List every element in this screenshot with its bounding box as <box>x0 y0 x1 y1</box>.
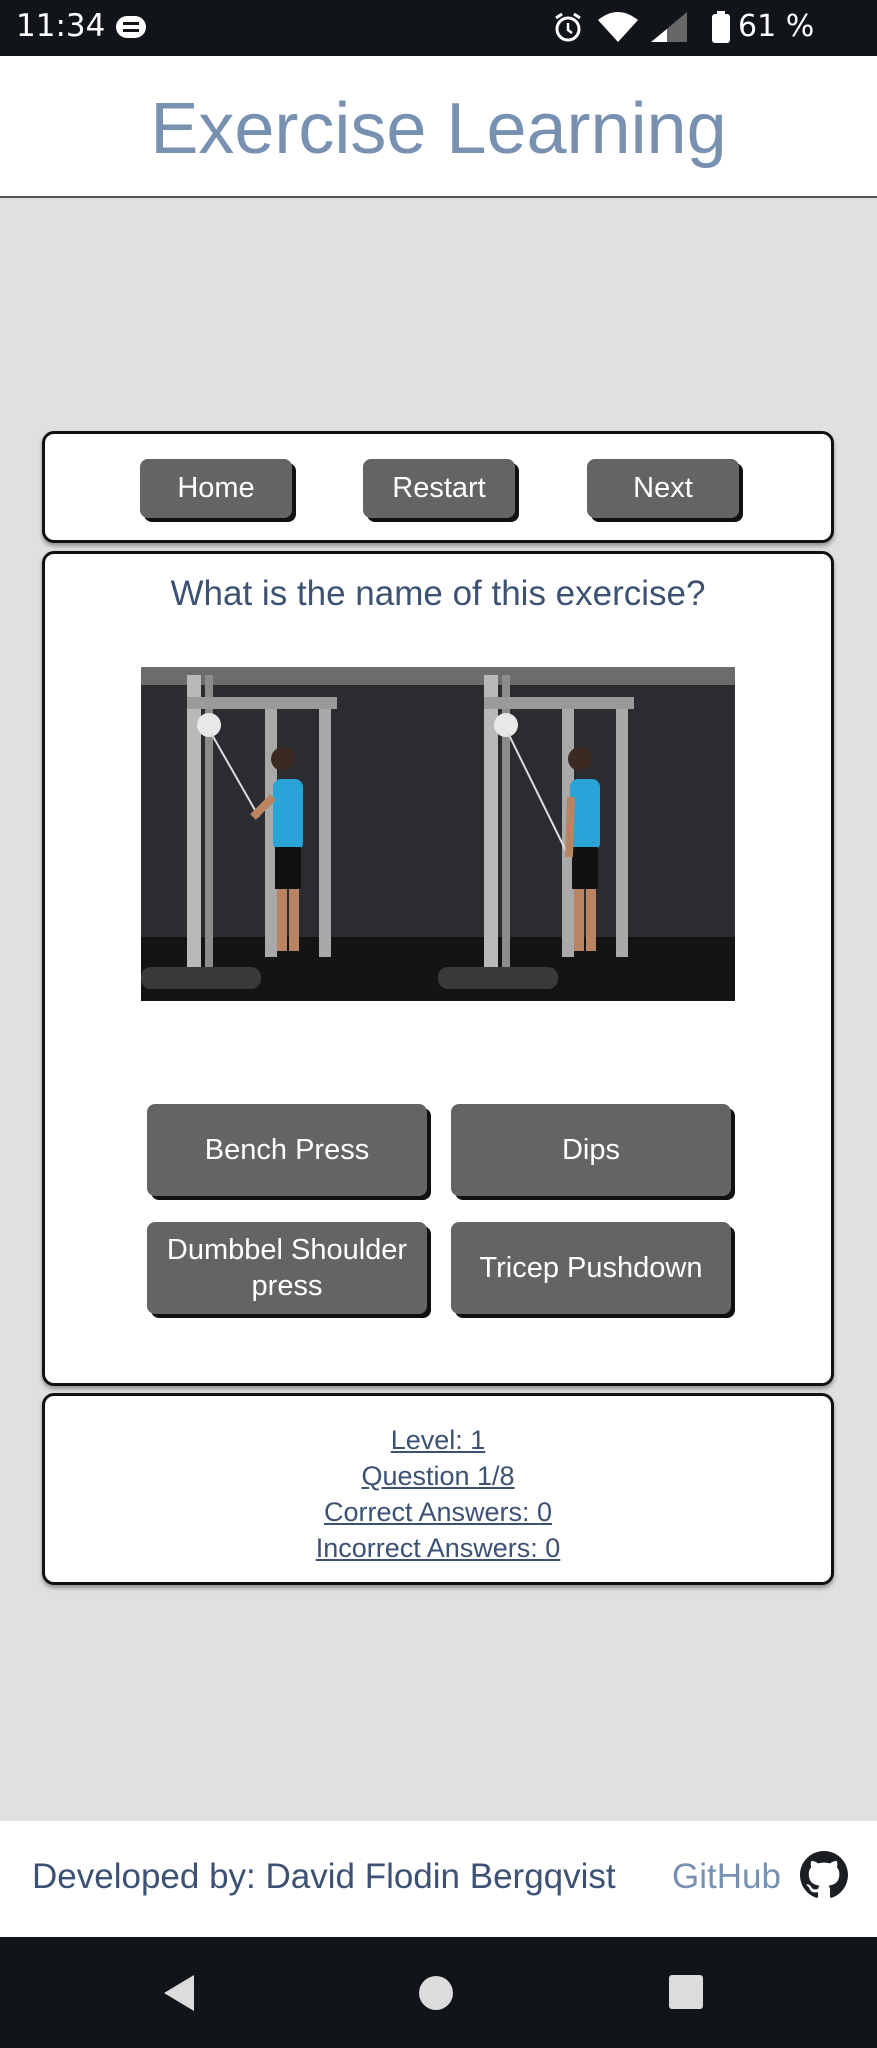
github-link[interactable]: GitHub <box>672 1857 781 1897</box>
exercise-image <box>141 667 735 1001</box>
answer-tricep-pushdown-button[interactable]: Tricep Pushdown <box>451 1222 731 1314</box>
correct-answers-stat: Correct Answers: 0 <box>323 1497 553 1527</box>
quiz-card: What is the name of this exercise? Bench… <box>42 551 834 1386</box>
home-button[interactable]: Home <box>140 459 292 518</box>
incorrect-answers-stat: Incorrect Answers: 0 <box>315 1533 561 1563</box>
app-title: Exercise Learning <box>150 89 727 169</box>
battery-percent: 61 % <box>738 9 815 44</box>
question-text: What is the name of this exercise? <box>170 574 706 613</box>
next-button[interactable]: Next <box>587 459 739 518</box>
wifi-icon <box>596 10 640 48</box>
developer-credit: Developed by: David Flodin Bergqvist <box>32 1857 616 1896</box>
restart-button[interactable]: Restart <box>363 459 515 518</box>
level-stat: Level: 1 <box>390 1425 486 1455</box>
footer: Developed by: David Flodin Bergqvist Git… <box>0 1821 877 1937</box>
status-time: 11:34 <box>16 8 106 44</box>
nav-card: Home Restart Next <box>42 431 834 543</box>
question-progress-stat: Question 1/8 <box>361 1461 515 1491</box>
signal-icon <box>647 10 691 48</box>
app-notification-icon <box>114 12 148 46</box>
recent-apps-icon[interactable] <box>667 1973 705 2016</box>
stats-list: Level: 1 Question 1/8 Correct Answers: 0… <box>45 1422 831 1566</box>
answer-dips-button[interactable]: Dips <box>451 1104 731 1196</box>
app-header: Exercise Learning <box>0 56 877 198</box>
stats-card: Level: 1 Question 1/8 Correct Answers: 0… <box>42 1393 834 1585</box>
battery-icon <box>710 11 732 49</box>
answer-dumbbell-shoulder-press-button[interactable]: Dumbbel Shoulder press <box>147 1222 427 1314</box>
status-bar: 11:34 61 % <box>0 0 877 56</box>
github-icon[interactable] <box>800 1851 848 1904</box>
alarm-icon <box>552 11 584 47</box>
home-nav-icon[interactable] <box>416 1973 456 2018</box>
back-icon[interactable] <box>160 1973 198 2018</box>
answer-bench-press-button[interactable]: Bench Press <box>147 1104 427 1196</box>
system-nav-bar <box>0 1937 877 2048</box>
